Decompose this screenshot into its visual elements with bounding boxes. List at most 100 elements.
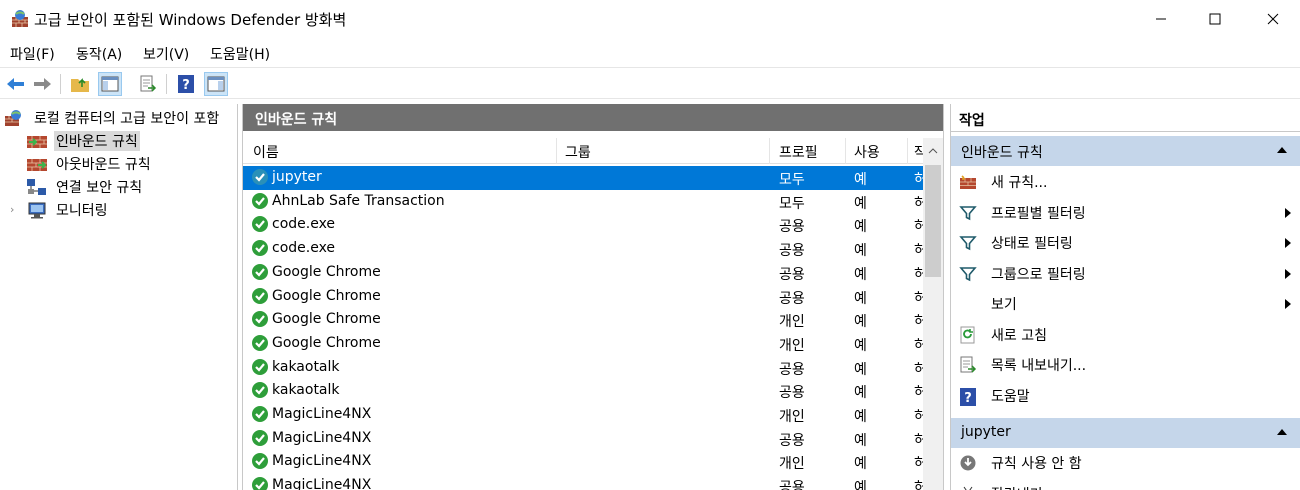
rule-enabled-check-icon (251, 263, 269, 281)
menu-help[interactable]: 도움말(H) (210, 44, 270, 64)
menu-action[interactable]: 동작(A) (76, 44, 122, 64)
rule-name-cell: Google Chrome (272, 263, 381, 280)
back-button[interactable] (4, 72, 28, 96)
rule-name-cell: MagicLine4NX (272, 429, 372, 446)
action-item[interactable]: 규칙 사용 안 함 (951, 448, 1300, 478)
close-icon (1267, 13, 1279, 25)
actions-pane: 작업 인바운드 규칙 새 규칙... 프로필별 필터링 상태로 필터링 그룹으로 필터… (950, 104, 1300, 490)
window-title: 고급 보안이 포함된 Windows Defender 방화벽 (34, 11, 347, 29)
firewall-computer-icon (4, 109, 24, 131)
title-bar[interactable]: 고급 보안이 포함된 Windows Defender 방화벽 (0, 0, 1300, 38)
rule-name-cell: Google Chrome (272, 287, 381, 304)
expand-chevron-icon[interactable]: › (10, 203, 14, 216)
minimize-button[interactable] (1138, 0, 1184, 38)
rule-row[interactable]: MagicLine4NX 공용 예 허 (243, 474, 927, 490)
rule-name-cell: kakaotalk (272, 382, 340, 399)
actions-section-label: jupyter (961, 424, 1011, 440)
rule-row[interactable]: kakaotalk 공용 예 허 (243, 379, 927, 403)
rule-row[interactable]: jupyter 모두 예 허 (243, 166, 927, 190)
actions-section-selected-rule[interactable]: jupyter (951, 418, 1300, 448)
show-hide-action-pane-button[interactable] (204, 72, 228, 96)
export-list-icon (140, 75, 157, 92)
forward-button[interactable] (30, 72, 54, 96)
minimize-icon (1156, 18, 1166, 20)
rule-enabled-check-icon (251, 334, 269, 352)
rule-enabled-check-icon (251, 358, 269, 376)
column-divider[interactable] (907, 138, 908, 164)
rule-name-cell: code.exe (272, 216, 336, 233)
rule-row[interactable]: AhnLab Safe Transaction 모두 예 허 (243, 190, 927, 214)
outbound-rules-icon (26, 155, 48, 177)
column-header-name[interactable]: 이름 (253, 142, 279, 162)
rule-enabled-cell: 예 (854, 409, 867, 425)
vertical-scrollbar[interactable] (923, 138, 943, 490)
rule-row[interactable]: MagicLine4NX 공용 예 허 (243, 427, 927, 451)
action-item[interactable]: 잘라내기 (951, 479, 1300, 490)
rules-pane: 인바운드 규칙 이름 그룹 프로필 사용 작 jupyter 모두 예 허 AhnLab… (242, 104, 944, 490)
toolbar-separator (166, 74, 167, 94)
scrollbar-thumb[interactable] (925, 165, 941, 277)
close-button[interactable] (1250, 0, 1296, 38)
collapse-caret-icon[interactable] (1277, 429, 1287, 435)
monitoring-icon (26, 201, 48, 223)
rule-enabled-cell: 예 (854, 219, 867, 236)
rule-enabled-cell: 예 (854, 337, 867, 354)
rule-row[interactable]: MagicLine4NX 개인 예 허 (243, 403, 927, 427)
action-item-label: 새로 고침 (991, 327, 1047, 344)
rule-enabled-check-icon (251, 381, 269, 399)
action-item[interactable]: ? 도움말 (951, 381, 1300, 411)
tree-item-label: 아웃바운드 규칙 (56, 157, 151, 173)
filter-icon (959, 204, 977, 222)
action-item[interactable]: 새 규칙... (951, 167, 1300, 197)
inbound-rules-icon (26, 132, 48, 154)
action-item-label: 목록 내보내기... (991, 358, 1087, 374)
rule-row[interactable]: Google Chrome 공용 예 허 (243, 261, 927, 285)
action-item-label: 도움말 (991, 388, 1030, 405)
rule-row[interactable]: code.exe 공용 예 허 (243, 237, 927, 261)
rule-row[interactable]: Google Chrome 개인 예 허 (243, 308, 927, 332)
rule-profile-cell: 공용 (779, 385, 805, 402)
action-item[interactable]: 목록 내보내기... (951, 350, 1300, 380)
export-list-icon (959, 356, 977, 374)
action-item-label: 규칙 사용 안 함 (991, 456, 1082, 472)
rule-row[interactable]: Google Chrome 공용 예 허 (243, 285, 927, 309)
menu-view[interactable]: 보기(V) (143, 44, 189, 64)
action-item[interactable]: 프로필별 필터링 (951, 198, 1300, 228)
rule-row[interactable]: MagicLine4NX 개인 예 허 (243, 450, 927, 474)
rule-row[interactable]: code.exe 공용 예 허 (243, 213, 927, 237)
column-divider[interactable] (845, 138, 846, 164)
help-button[interactable]: ? (174, 72, 198, 96)
rule-row[interactable]: kakaotalk 공용 예 허 (243, 356, 927, 380)
action-item-label: 잘라내기 (991, 484, 1043, 490)
up-folder-button[interactable] (68, 72, 92, 96)
rule-name-cell: Google Chrome (272, 334, 381, 351)
show-hide-console-tree-icon (101, 76, 119, 92)
rule-row[interactable]: Google Chrome 개인 예 허 (243, 332, 927, 356)
action-item[interactable]: 새로 고침 (951, 320, 1300, 350)
collapse-caret-icon[interactable] (1277, 147, 1287, 153)
action-item-label: 상태로 필터링 (991, 236, 1073, 252)
action-item[interactable]: 그룹으로 필터링 (951, 259, 1300, 289)
maximize-button[interactable] (1192, 0, 1238, 38)
rule-name-cell: jupyter (272, 169, 322, 185)
action-item[interactable]: 상태로 필터링 (951, 228, 1300, 258)
column-header-profile[interactable]: 프로필 (779, 142, 818, 162)
toolbar-separator (60, 74, 61, 94)
show-hide-console-tree-button[interactable] (98, 72, 122, 96)
rule-name-cell: MagicLine4NX (272, 453, 372, 470)
actions-section-inbound[interactable]: 인바운드 규칙 (951, 136, 1300, 166)
menu-file[interactable]: 파일(F) (10, 44, 55, 64)
export-list-button[interactable] (136, 72, 160, 96)
filter-icon (959, 265, 977, 283)
rule-enabled-check-icon (251, 429, 269, 447)
action-item[interactable]: 보기 (951, 289, 1300, 319)
column-header-enabled[interactable]: 사용 (854, 142, 880, 162)
column-divider[interactable] (769, 138, 770, 164)
column-divider[interactable] (556, 138, 557, 164)
rule-profile-cell: 모두 (779, 195, 805, 212)
column-header-row: 이름 그룹 프로필 사용 작 (243, 138, 927, 164)
rule-enabled-check-icon (251, 239, 269, 257)
rule-name-cell: kakaotalk (272, 358, 340, 375)
column-header-group[interactable]: 그룹 (565, 142, 591, 162)
scroll-up-arrow-icon[interactable] (923, 144, 943, 158)
